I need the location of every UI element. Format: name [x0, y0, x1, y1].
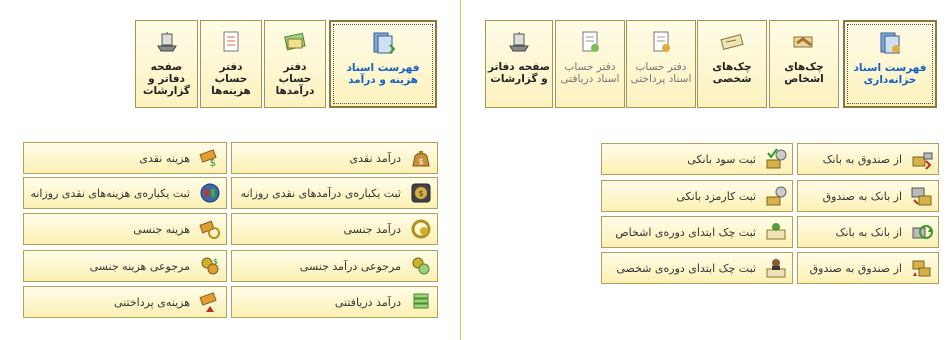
tile-reports[interactable]: صفحه دفاتر و گزارشات [135, 20, 198, 108]
button-label: مرجوعی هزینه جنسی [89, 259, 190, 273]
tile-label: دفتر حساب درآمدها [275, 61, 315, 97]
button-label: ثبت چک ابتدای دوره‌ی شخصی [616, 261, 756, 275]
button-daily-income[interactable]: $ ثبت یکباره‌ی درآمدهای نقدی روزانه [231, 177, 438, 209]
button-cash-to-bank[interactable]: از صندوق به بانک [797, 143, 939, 175]
button-in-kind-income[interactable]: درآمد جنسی [231, 213, 438, 245]
button-cash-income[interactable]: $ درآمد نقدی [231, 142, 438, 174]
button-bank-fee[interactable]: ثبت کارمزد بانکی [601, 180, 793, 212]
tile-label: دفتر حساب هزینه‌ها [211, 61, 251, 97]
bank-interest-icon [766, 148, 787, 169]
tile-label: صفحه دفاتر و گزارشات [488, 61, 550, 85]
button-bank-to-cash[interactable]: از بانک به صندوق [797, 180, 939, 212]
button-in-kind-expense-return[interactable]: $ مرجوعی هزینه جنسی [23, 250, 227, 282]
ledger-receipt-icon [582, 31, 599, 52]
button-label: هزینه نقدی [139, 151, 190, 165]
button-in-kind-income-return[interactable]: مرجوعی درآمد جنسی [231, 250, 438, 282]
tile-receipt-ledger[interactable]: دفتر حساب اسناد دریافتی [555, 20, 625, 108]
tile-income-expense-documents[interactable]: فهرست اسناد هزینه و درآمد [329, 20, 437, 108]
button-in-kind-expense[interactable]: هزینه جنسی [23, 213, 227, 245]
button-label: ثبت چک ابتدای دوره‌ی اشخاص [615, 225, 756, 239]
button-label: از صندوق به صندوق [809, 261, 902, 275]
button-receivable-income[interactable]: درآمد دریافتنی [231, 286, 438, 318]
cash-expense-icon: $ [199, 149, 217, 169]
button-label: درآمد دریافتنی [334, 295, 401, 309]
svg-text:$: $ [418, 157, 423, 166]
ledger-payment-icon [653, 31, 670, 52]
report-ship-icon [156, 32, 177, 52]
daily-expense-icon [200, 183, 220, 203]
income-ledger-icon [284, 32, 306, 51]
report-ship-icon [509, 32, 529, 52]
daily-income-icon: $ [411, 183, 431, 203]
expense-ledger-icon [223, 31, 239, 52]
tile-personal-cheques[interactable]: چک‌های شخصی [697, 20, 767, 108]
return-expense-icon: $ [201, 257, 219, 275]
bank-fee-icon [766, 186, 787, 206]
tile-label: چک‌های شخصی [712, 61, 752, 85]
in-kind-expense-icon [199, 220, 220, 239]
button-daily-expense[interactable]: ثبت یکباره‌ی هزینه‌های نقدی روزانه [23, 177, 227, 209]
tile-label: چک‌های اشخاص [784, 61, 824, 85]
tile-income-ledger[interactable]: دفتر حساب درآمدها [264, 20, 326, 108]
button-label: مرجوعی درآمد جنسی [299, 259, 401, 273]
svg-text:$: $ [213, 257, 218, 266]
tile-label: صفحه دفاتر و گزارشات [142, 61, 191, 97]
money-bag-icon: $ [412, 151, 430, 167]
button-label: ثبت یکباره‌ی هزینه‌های نقدی روزانه [30, 186, 190, 200]
opening-cheque-persons-icon [766, 223, 786, 240]
payable-expense-icon [199, 292, 217, 312]
button-label: از صندوق به بانک [822, 152, 902, 166]
tile-label: دفتر حساب اسناد دریافتی [560, 61, 620, 85]
button-opening-cheque-personal[interactable]: ثبت چک ابتدای دوره‌ی شخصی [601, 252, 793, 284]
receivable-stack-icon [413, 293, 429, 309]
button-label: ثبت سود بانکی [687, 152, 756, 166]
button-label: هزینه‌ی پرداختنی [114, 295, 190, 309]
button-label: ثبت کارمزد بانکی [676, 189, 756, 203]
button-bank-to-bank[interactable]: از بانک به بانک [797, 216, 939, 248]
cheque-icon [720, 33, 744, 51]
button-bank-interest[interactable]: ثبت سود بانکی [601, 143, 793, 175]
tile-persons-cheques[interactable]: چک‌های اشخاص [769, 20, 839, 108]
button-label: درآمد نقدی [349, 151, 401, 165]
opening-cheque-personal-icon [766, 259, 786, 278]
button-opening-cheque-persons[interactable]: ثبت چک ابتدای دوره‌ی اشخاص [601, 216, 793, 248]
button-cash-expense[interactable]: $ هزینه نقدی [23, 142, 227, 174]
handshake-cheque-icon [793, 36, 813, 48]
document-folder-icon [373, 32, 396, 54]
button-label: هزینه جنسی [133, 222, 190, 236]
tile-payment-ledger[interactable]: دفتر حساب اسناد پرداختی [626, 20, 696, 108]
bank-to-cash-icon [911, 187, 932, 206]
tile-label: فهرست اسناد هزینه و درآمد [346, 62, 420, 86]
tile-reports[interactable]: صفحه دفاتر و گزارشات [485, 20, 553, 108]
return-income-icon [412, 257, 430, 275]
svg-text:$: $ [418, 189, 423, 198]
tile-label: فهرست اسناد خزانه‌داری [853, 62, 927, 86]
button-label: درآمد جنسی [343, 222, 401, 236]
svg-text:$: $ [210, 158, 216, 169]
in-kind-income-icon [411, 219, 431, 239]
section-divider [460, 0, 461, 340]
tile-expense-ledger[interactable]: دفتر حساب هزینه‌ها [200, 20, 262, 108]
button-label: ثبت یکباره‌ی درآمدهای نقدی روزانه [240, 186, 401, 200]
button-payable-expense[interactable]: هزینه‌ی پرداختنی [23, 286, 227, 318]
tile-treasury-documents[interactable]: فهرست اسناد خزانه‌داری [843, 20, 937, 108]
document-folder-icon [880, 32, 900, 54]
cash-to-cash-icon [912, 260, 931, 277]
button-label: از بانک به صندوق [822, 189, 902, 203]
bank-to-bank-icon [912, 225, 933, 239]
button-cash-to-cash[interactable]: از صندوق به صندوق [797, 252, 939, 284]
cash-to-bank-icon [912, 152, 933, 170]
tile-label: دفتر حساب اسناد پرداختی [630, 61, 692, 85]
button-label: از بانک به بانک [835, 225, 902, 239]
